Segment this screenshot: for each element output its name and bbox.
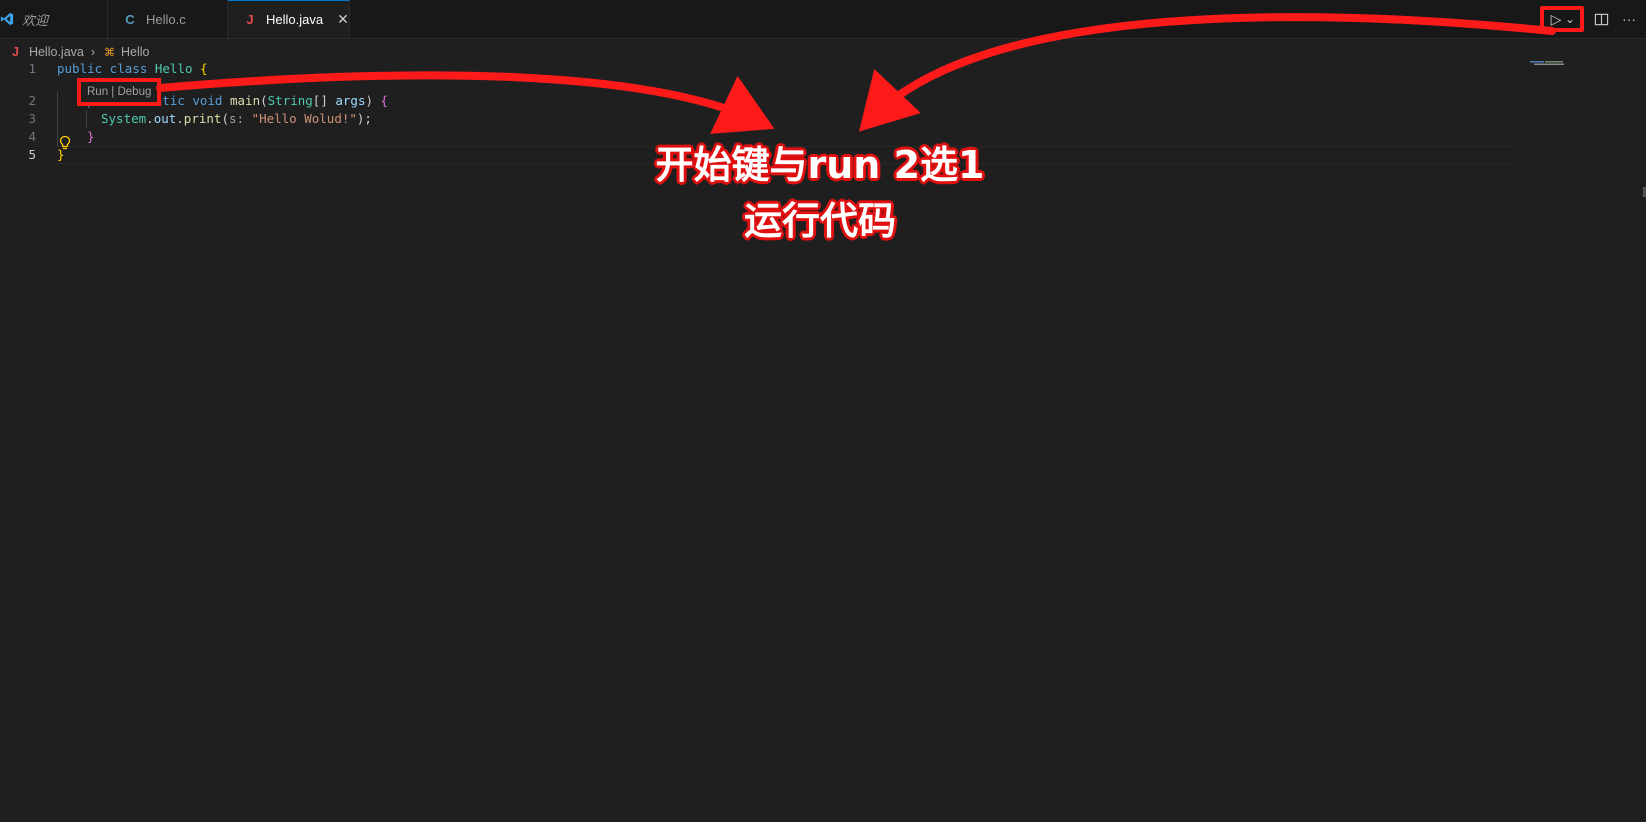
annotation-line: 开始键与run 2选1	[655, 143, 985, 187]
method-name: print	[183, 111, 222, 126]
class-name: Hello	[154, 61, 200, 76]
c-file-icon: C	[125, 11, 135, 27]
code-line: }	[87, 128, 95, 146]
bracket: {	[380, 93, 389, 108]
inlay-hint: s:	[228, 111, 252, 126]
chevron-right-icon: ›	[90, 45, 96, 59]
code-line: System.out.print(s: "Hello Wolud!");	[101, 110, 372, 128]
lightbulb-icon[interactable]	[58, 135, 72, 151]
punctuation: (	[221, 111, 229, 126]
keyword: class	[102, 61, 155, 76]
run-icon[interactable]: ▷	[1548, 8, 1564, 30]
class-symbol-icon: ⌘	[104, 46, 116, 59]
punctuation: )	[365, 93, 381, 108]
tab-hello-c[interactable]: C Hello.c	[108, 0, 228, 38]
run-button-group[interactable]: ▷ ⌄	[1540, 6, 1584, 32]
line-number: 5	[28, 147, 36, 162]
line-number: 3	[28, 111, 36, 126]
java-file-icon: J	[12, 45, 19, 59]
split-editor-icon[interactable]	[1590, 8, 1612, 30]
indent-guide	[86, 110, 87, 128]
tab-label: Hello.java	[266, 12, 324, 27]
bracket: }	[87, 129, 95, 144]
tab-label: Hello.c	[146, 11, 186, 27]
punctuation: );	[356, 111, 372, 126]
minimap[interactable]	[1530, 60, 1578, 66]
tab-hello-java[interactable]: J Hello.java ✕	[228, 0, 350, 38]
tab-bar: 欢迎 C Hello.c J Hello.java ✕ ▷ ⌄ ···	[0, 0, 1646, 39]
punctuation: (	[260, 93, 268, 108]
run-debug-codelens[interactable]: Run | Debug	[77, 78, 162, 106]
punctuation: []	[312, 93, 336, 108]
line-number: 1	[28, 61, 36, 76]
breadcrumb-file[interactable]: Hello.java	[29, 45, 84, 59]
tab-label: 欢迎	[22, 12, 49, 28]
code-line: public class Hello {	[57, 60, 208, 78]
breadcrumb: J Hello.java › ⌘ Hello	[12, 42, 150, 62]
vscode-logo-icon	[0, 12, 14, 26]
annotation-line: 运行代码	[743, 199, 896, 243]
line-number: 2	[28, 93, 36, 108]
method-name: main	[230, 93, 261, 108]
java-file-icon: J	[246, 12, 254, 27]
breadcrumb-symbol[interactable]: Hello	[121, 45, 150, 59]
line-number: 4	[28, 129, 36, 144]
chevron-down-icon[interactable]: ⌄	[1564, 8, 1576, 30]
tab-welcome[interactable]: 欢迎	[0, 0, 108, 38]
bracket: {	[200, 61, 208, 76]
parameter: args	[335, 93, 366, 108]
punctuation: .	[176, 111, 184, 126]
annotation-text: 开始键与run 2选1 运行代码	[560, 137, 1080, 249]
punctuation: .	[146, 111, 154, 126]
string-literal: "Hello Wolud!"	[251, 111, 357, 126]
type-name: String	[267, 93, 313, 108]
editor-actions: ▷ ⌄ ···	[1540, 0, 1640, 38]
type-name: System	[101, 111, 147, 126]
field-name: out	[153, 111, 177, 126]
close-tab-icon[interactable]: ✕	[337, 11, 349, 28]
keyword: public	[57, 61, 103, 76]
more-actions-icon[interactable]: ···	[1618, 8, 1640, 30]
